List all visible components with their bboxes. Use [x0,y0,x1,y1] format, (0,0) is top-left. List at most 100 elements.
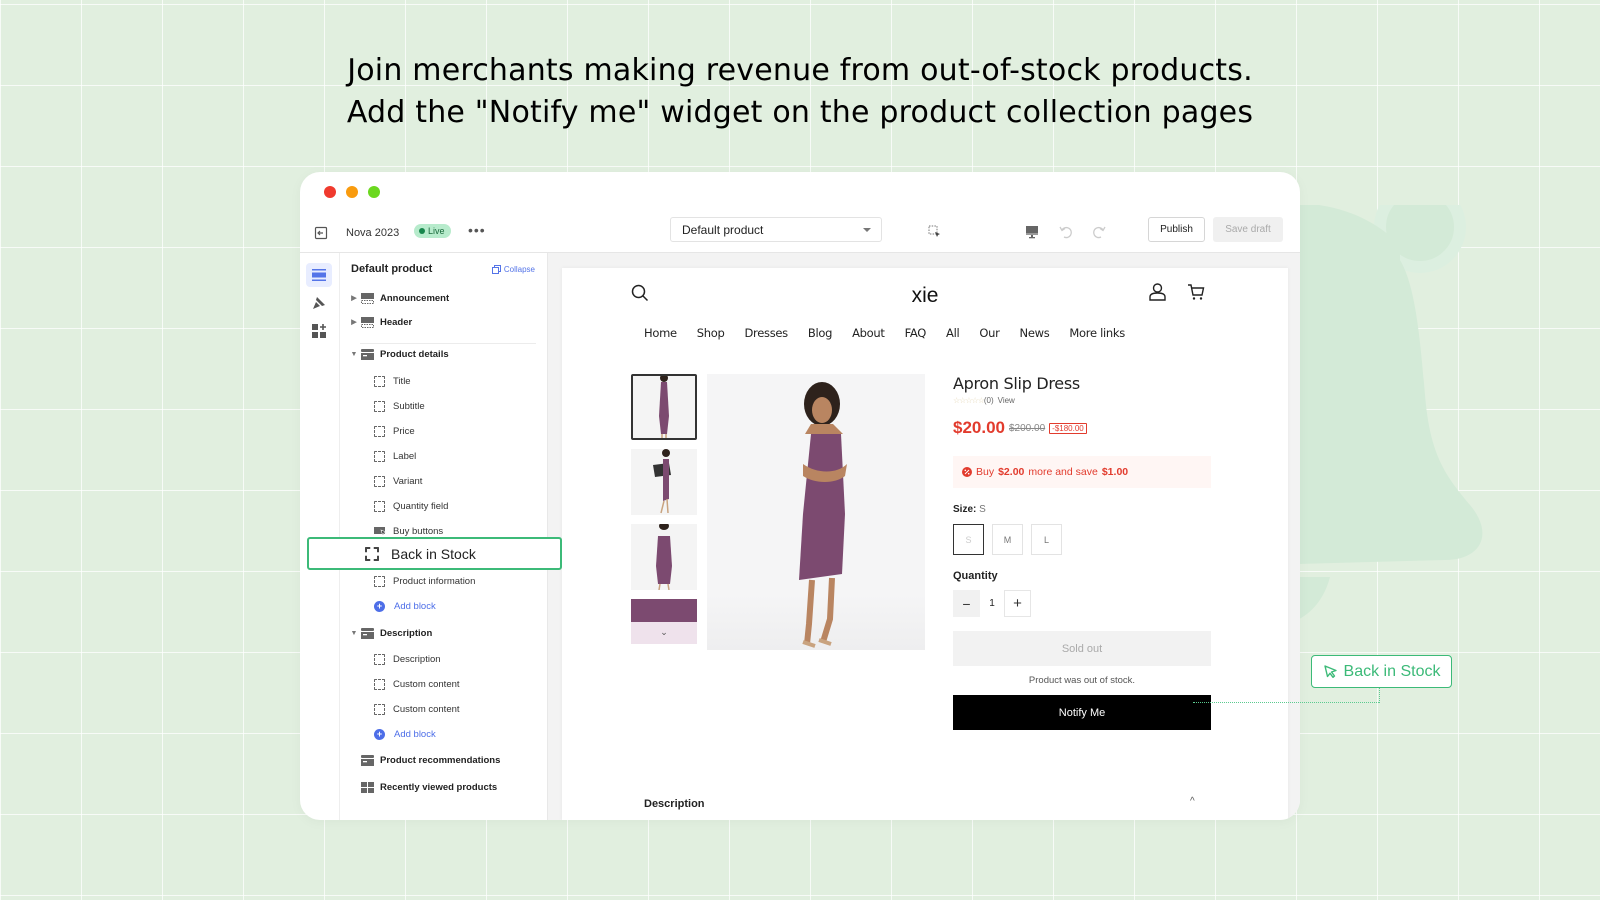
size-option-m[interactable]: M [992,524,1023,555]
section-recently-viewed[interactable]: Recently viewed products [361,777,497,797]
block-title[interactable]: Title [374,371,411,391]
minimize-window-button[interactable] [346,186,358,198]
block-variant[interactable]: Variant [374,471,422,491]
increase-quantity-button[interactable]: + [1004,590,1031,617]
inspect-icon[interactable] [928,225,941,238]
block-label-text: Label [393,450,417,462]
section-header-icon [361,292,374,304]
theme-style-tab[interactable] [306,291,332,315]
nav-item-dresses[interactable]: Dresses [745,326,789,340]
block-product-information[interactable]: Product information [374,571,475,591]
nav-item-more-links[interactable]: More links [1069,326,1125,340]
account-icon[interactable] [1149,283,1166,301]
bell-icon [1280,205,1483,625]
store-logo[interactable]: xie [562,284,1288,308]
storefront-preview: xie Home Shop Dresses Blog About FAQ All… [562,268,1288,820]
size-option-s[interactable]: S [953,524,984,555]
star-rating-icon: ☆☆☆☆☆ [953,396,985,405]
price-row: $20.00 $200.00 -$180.00 [953,418,1087,438]
theme-editor-window: Nova 2023 Live ••• Default product Publi… [300,172,1300,820]
chevron-up-icon[interactable]: ^ [1190,796,1195,807]
caret-down-icon[interactable]: ▼ [349,628,359,638]
add-block-button[interactable]: + Add block [374,724,436,744]
block-description[interactable]: Description [374,649,441,669]
description-heading[interactable]: Description [644,798,705,810]
notify-me-button[interactable]: Notify Me [953,695,1211,730]
store-nav: Home Shop Dresses Blog About FAQ All Our… [644,326,1145,340]
product-thumbnail[interactable] [631,449,697,515]
section-label: Description [380,627,433,639]
desktop-icon[interactable] [1024,224,1040,240]
block-subtitle[interactable]: Subtitle [374,396,425,416]
size-option-l[interactable]: L [1031,524,1062,555]
section-label: Header [380,316,413,328]
size-label: Size: S [953,504,986,515]
size-label-text: Size: [953,504,977,515]
sold-out-button[interactable]: Sold out [953,631,1211,666]
back-in-stock-callout: Back in Stock [1311,655,1452,688]
product-title: Apron Slip Dress [953,374,1080,393]
nav-item-news[interactable]: News [1020,326,1050,340]
nav-item-our[interactable]: Our [979,326,999,340]
save-draft-button[interactable]: Save draft [1213,217,1283,242]
nav-item-about[interactable]: About [852,326,885,340]
add-block-button[interactable]: + Add block [374,596,436,616]
decrease-quantity-button[interactable]: − [953,590,980,617]
product-thumbnail[interactable]: ⌄ [631,599,697,644]
view-reviews-link[interactable]: View [998,396,1015,405]
chevron-down-icon [863,228,871,232]
exit-icon[interactable] [314,226,328,240]
block-label[interactable]: Label [374,446,416,466]
section-announcement[interactable]: ▶ Announcement [349,288,449,308]
template-select[interactable]: Default product [670,217,882,242]
apps-tab[interactable] [306,319,332,343]
nav-item-blog[interactable]: Blog [808,326,833,340]
quantity-value[interactable]: 1 [980,598,1004,609]
block-label: Price [393,425,415,437]
sale-price: $20.00 [953,418,1005,437]
panel-title: Default product [351,263,433,275]
section-header[interactable]: ▶ Header [349,312,412,332]
headline: Join merchants making revenue from out-o… [0,50,1600,134]
dress-image [653,449,671,514]
collapse-button[interactable]: Collapse [491,265,535,274]
product-thumbnail[interactable] [631,524,697,590]
section-product-recommendations[interactable]: Product recommendations [361,750,500,770]
undo-icon[interactable] [1058,224,1074,240]
promo-middle: more and save [1028,466,1098,478]
caret-right-icon[interactable]: ▶ [349,317,359,327]
section-description[interactable]: ▼ Description [349,623,432,643]
redo-icon[interactable] [1091,224,1107,240]
collapse-icon [491,265,501,274]
maximize-window-button[interactable] [368,186,380,198]
block-custom-content[interactable]: Custom content [374,674,460,694]
close-window-button[interactable] [324,186,336,198]
nav-item-faq[interactable]: FAQ [905,326,927,340]
block-custom-content[interactable]: Custom content [374,699,460,719]
product-thumbnail[interactable] [631,374,697,440]
section-product-details[interactable]: ▼ Product details [349,344,449,364]
main-product-image[interactable] [707,374,925,650]
nav-item-all[interactable]: All [946,326,960,340]
caret-down-icon[interactable]: ▼ [349,349,359,359]
more-options-button[interactable]: ••• [468,222,486,238]
nav-item-shop[interactable]: Shop [697,326,725,340]
block-icon [374,425,385,437]
fabric-swatch [631,599,697,622]
section-box-icon [361,754,374,766]
sections-tab[interactable] [306,263,332,287]
block-quantity-field[interactable]: Quantity field [374,496,448,516]
cart-icon[interactable] [1187,283,1205,301]
back-in-stock-block-highlight[interactable]: Back in Stock [307,537,562,570]
chevron-down-icon[interactable]: ⌄ [631,622,697,642]
block-icon [374,375,385,387]
add-block-label: Add block [394,728,436,740]
caret-right-icon[interactable]: ▶ [349,293,359,303]
section-label: Announcement [380,292,450,304]
block-icon [374,450,385,462]
block-price[interactable]: Price [374,421,415,441]
cursor-pointer-icon [1323,665,1337,678]
promo-save: $1.00 [1101,466,1129,478]
publish-button[interactable]: Publish [1148,217,1205,242]
nav-item-home[interactable]: Home [644,326,677,340]
